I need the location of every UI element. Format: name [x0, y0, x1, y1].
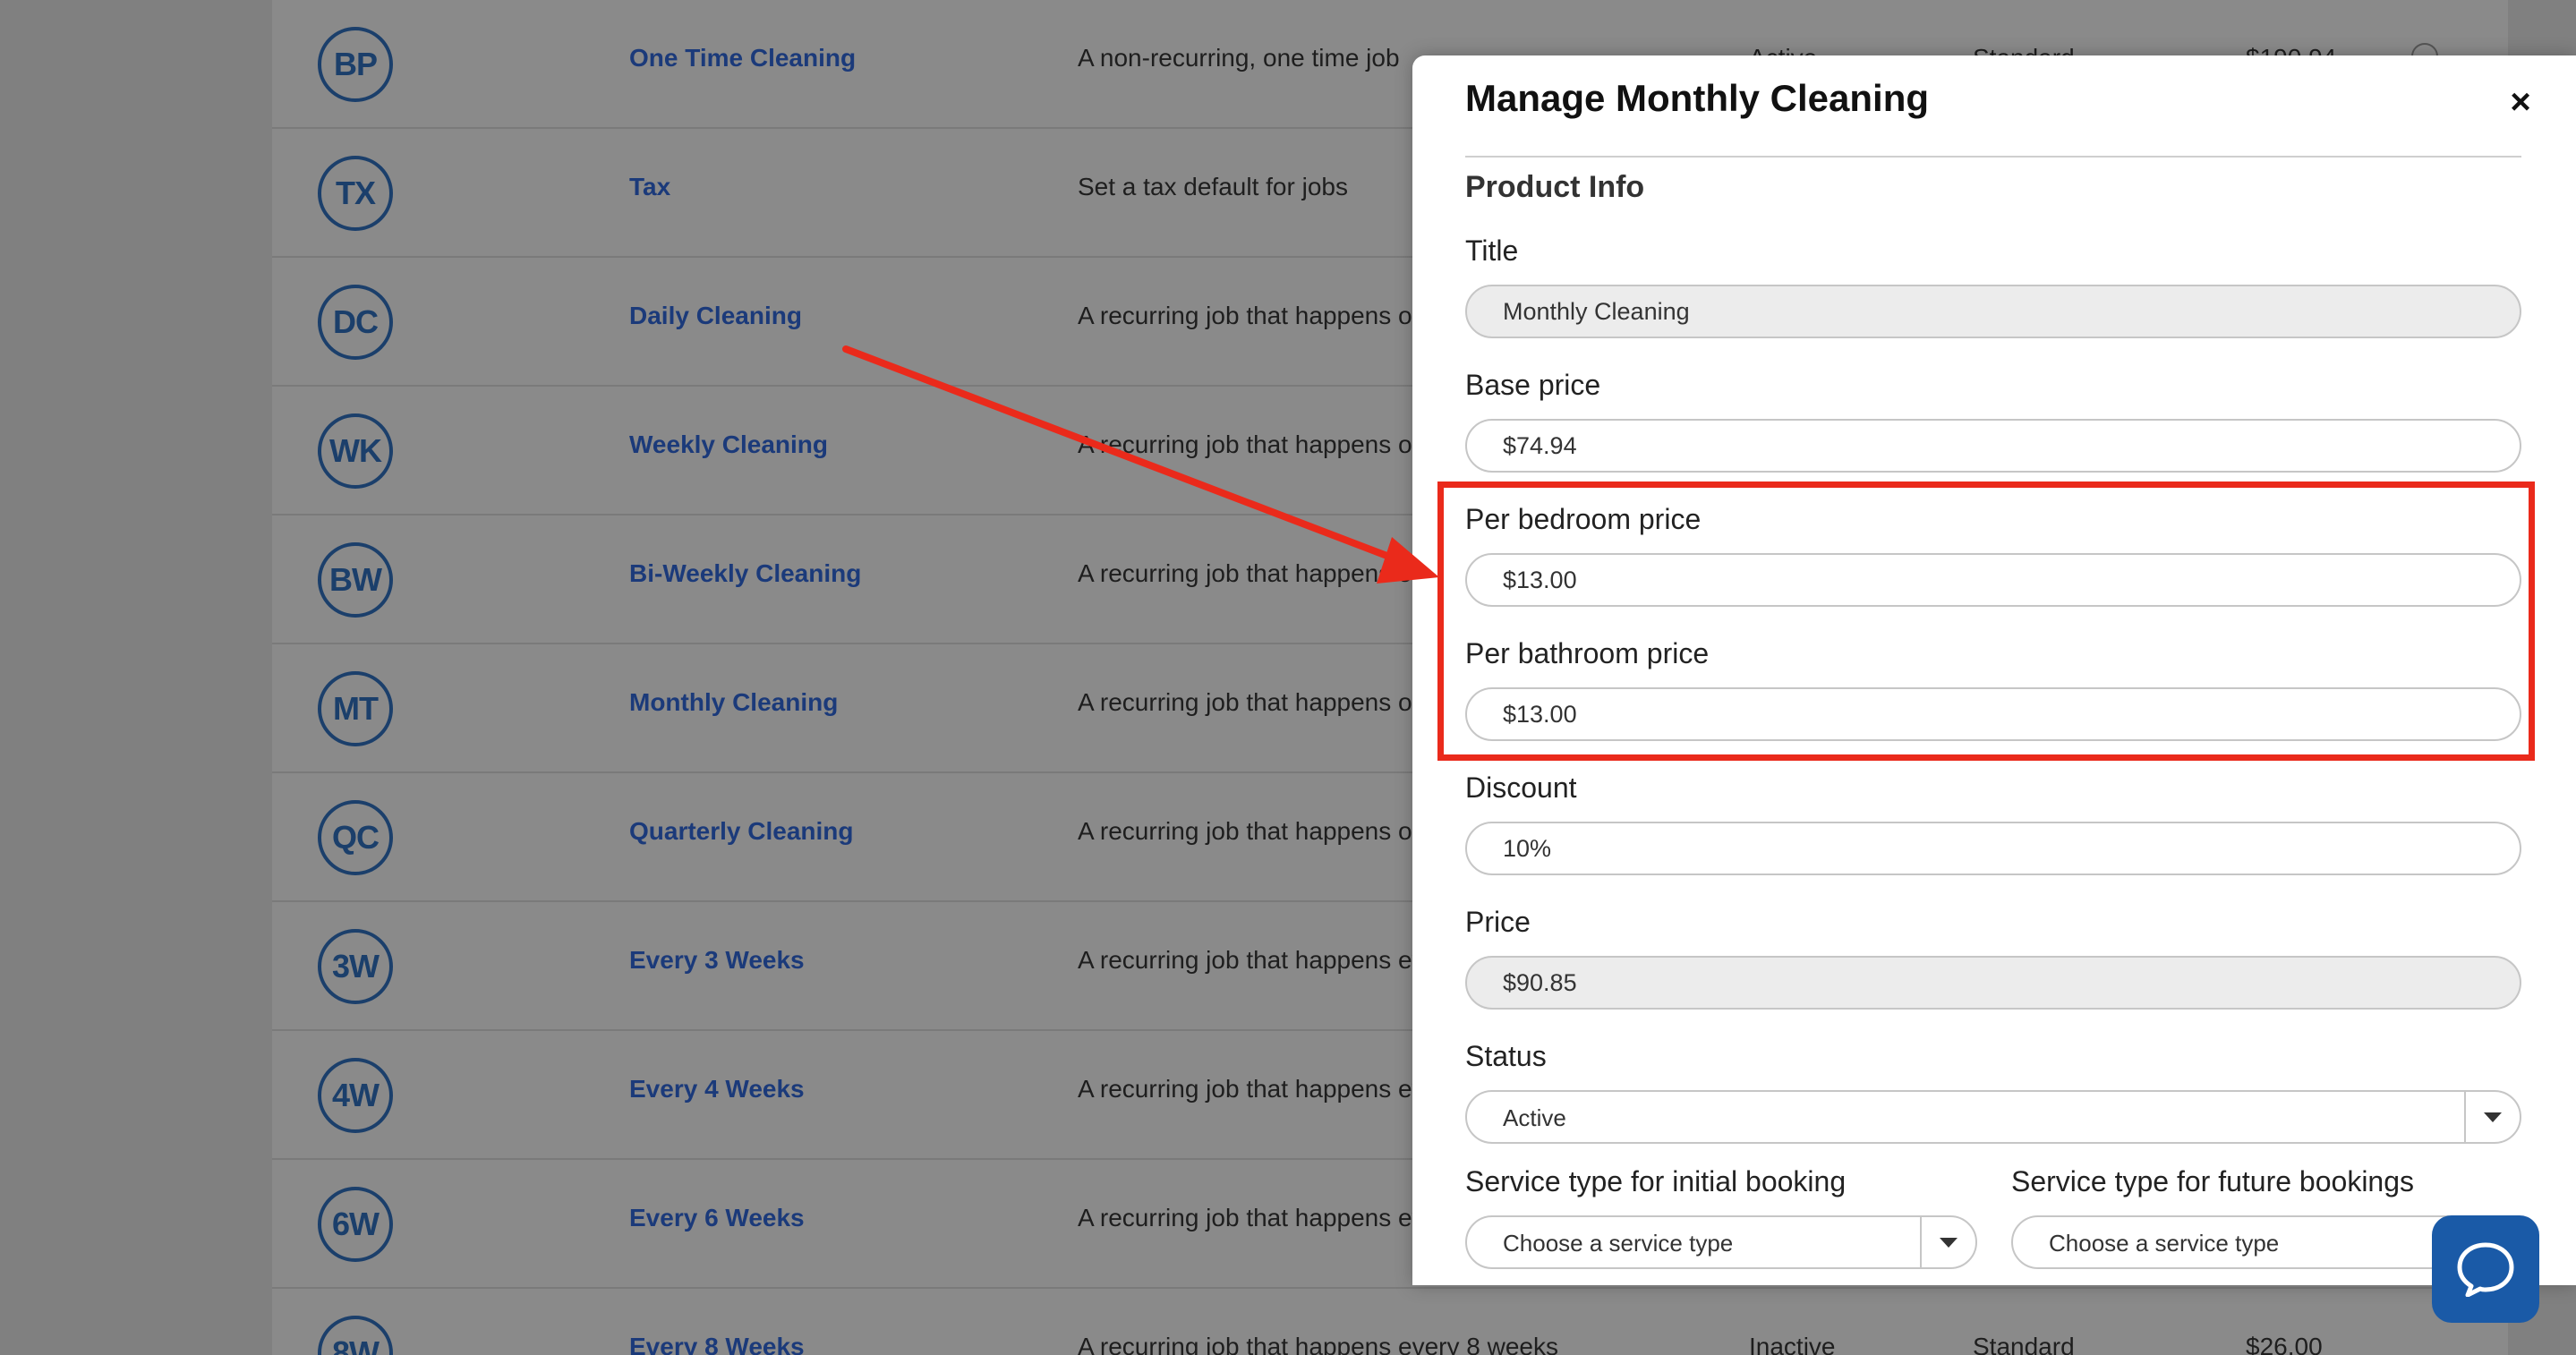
avatar: TX [318, 156, 393, 231]
base-price-input[interactable] [1465, 419, 2521, 473]
avatar: WK [318, 413, 393, 489]
avatar: 4W [318, 1058, 393, 1133]
avatar: BW [318, 542, 393, 618]
status-label: Status [1465, 1040, 1547, 1072]
title-label: Title [1465, 234, 1519, 267]
avatar: MT [318, 671, 393, 746]
modal-title: Manage Monthly Cleaning [1465, 77, 1930, 119]
product-name-link[interactable]: Tax [629, 173, 670, 201]
product-name-link[interactable]: Every 6 Weeks [629, 1204, 805, 1232]
product-name-link[interactable]: One Time Cleaning [629, 44, 856, 72]
product-status: Inactive [1749, 1333, 1836, 1355]
initial-service-label: Service type for initial booking [1465, 1165, 1847, 1197]
per-bathroom-label: Per bathroom price [1465, 637, 1710, 669]
discount-input[interactable] [1465, 822, 2521, 875]
per-bedroom-label: Per bedroom price [1465, 503, 1702, 535]
section-title: Product Info [1465, 170, 1645, 204]
status-select-value: Active [1503, 1104, 1566, 1131]
product-name-link[interactable]: Monthly Cleaning [629, 688, 838, 717]
per-bathroom-input[interactable] [1465, 687, 2521, 741]
product-name-link[interactable]: Every 4 Weeks [629, 1075, 805, 1104]
manage-product-modal: Manage Monthly Cleaning × Product Info T… [1412, 55, 2576, 1285]
base-price-label: Base price [1465, 369, 1601, 401]
modal-divider [1465, 156, 2521, 158]
chevron-down-icon[interactable] [1920, 1217, 1975, 1267]
initial-service-select[interactable]: Choose a service type [1465, 1215, 1977, 1269]
product-name-link[interactable]: Every 8 Weeks [629, 1333, 805, 1355]
product-type: Standard [1973, 1333, 2075, 1355]
product-name-link[interactable]: Quarterly Cleaning [629, 817, 854, 846]
per-bedroom-input[interactable] [1465, 553, 2521, 607]
table-row[interactable]: 8W Every 8 Weeks A recurring job that ha… [272, 1289, 2508, 1355]
initial-service-select-value: Choose a service type [1503, 1230, 1734, 1257]
product-name-link[interactable]: Every 3 Weeks [629, 946, 805, 975]
product-name-link[interactable]: Daily Cleaning [629, 302, 802, 330]
avatar: 8W [318, 1316, 393, 1355]
future-service-label: Service type for future bookings [2011, 1165, 2415, 1197]
product-name-link[interactable]: Bi-Weekly Cleaning [629, 559, 861, 588]
future-service-select-value: Choose a service type [2049, 1230, 2280, 1257]
close-icon[interactable]: × [2503, 84, 2538, 120]
avatar: BP [318, 27, 393, 102]
avatar: 6W [318, 1187, 393, 1262]
avatar: DC [318, 285, 393, 360]
price-label: Price [1465, 906, 1531, 938]
title-input[interactable] [1465, 285, 2521, 338]
product-price: $26.00 [2246, 1333, 2323, 1355]
chat-button[interactable] [2432, 1215, 2539, 1323]
avatar: 3W [318, 929, 393, 1004]
status-select[interactable]: Active [1465, 1090, 2521, 1144]
product-name-link[interactable]: Weekly Cleaning [629, 430, 828, 459]
chat-bubble-icon [2457, 1242, 2514, 1297]
avatar: QC [318, 800, 393, 875]
product-description: A recurring job that happens every 8 wee… [1078, 1333, 1558, 1355]
discount-label: Discount [1465, 771, 1577, 804]
chevron-down-icon[interactable] [2464, 1092, 2520, 1142]
price-input[interactable] [1465, 956, 2521, 1010]
